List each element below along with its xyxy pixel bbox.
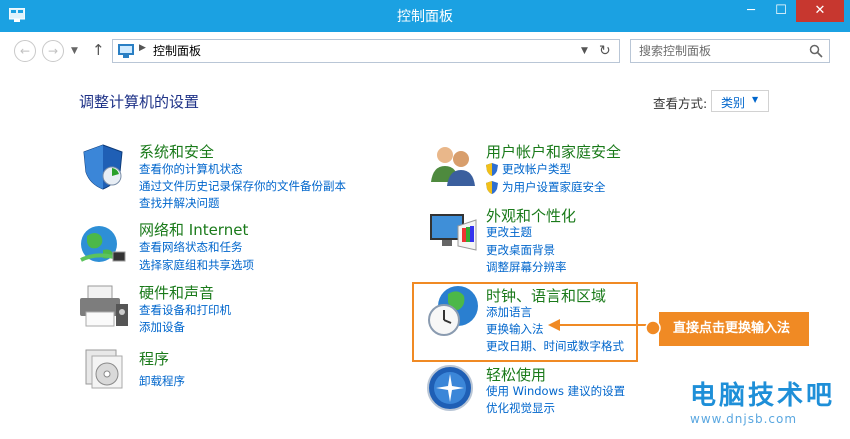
- link-optimize-visual[interactable]: 优化视觉显示: [486, 400, 555, 416]
- maximize-button[interactable]: ☐: [766, 0, 796, 22]
- control-panel-icon: [118, 44, 134, 58]
- link-recommended-settings[interactable]: 使用 Windows 建议的设置: [486, 383, 625, 399]
- forward-button[interactable]: →: [42, 40, 64, 62]
- navigation-bar: ← → ▼ ↑ ▶ 控制面板 ▼ ↻ 搜索控制面板: [0, 32, 850, 70]
- users-icon: [431, 147, 475, 186]
- address-field[interactable]: ▶ 控制面板 ▼ ↻: [112, 39, 620, 63]
- search-icon[interactable]: [809, 44, 823, 58]
- search-input[interactable]: 搜索控制面板: [630, 39, 830, 63]
- view-by-dropdown[interactable]: 类别 ▼: [711, 90, 769, 112]
- printer-icon: [80, 285, 128, 327]
- category-appearance[interactable]: 外观和个性化: [486, 205, 576, 226]
- ease-of-access-icon: [427, 365, 473, 411]
- arrow-icon: [548, 319, 660, 331]
- refresh-icon[interactable]: ↻: [599, 40, 611, 62]
- breadcrumb[interactable]: 控制面板: [153, 40, 201, 62]
- link-change-theme[interactable]: 更改主题: [486, 224, 532, 240]
- link-uninstall-program[interactable]: 卸载程序: [139, 373, 185, 389]
- up-arrow-icon[interactable]: ↑: [92, 41, 105, 59]
- category-hardware-sound[interactable]: 硬件和声音: [139, 282, 214, 303]
- minimize-button[interactable]: ─: [736, 0, 766, 22]
- link-troubleshoot[interactable]: 查找并解决问题: [139, 195, 220, 211]
- title-bar: 控制面板 ─ ☐ ✕: [0, 0, 850, 32]
- link-family-safety[interactable]: 为用户设置家庭安全: [502, 179, 606, 195]
- category-ease-of-access[interactable]: 轻松使用: [486, 364, 546, 385]
- category-programs[interactable]: 程序: [139, 348, 169, 369]
- link-file-history[interactable]: 通过文件历史记录保存你的文件备份副本: [139, 178, 346, 194]
- link-devices-printers[interactable]: 查看设备和打印机: [139, 302, 231, 318]
- view-by-value: 类别: [721, 96, 746, 110]
- shield-icon: [83, 144, 123, 190]
- breadcrumb-separator-icon: ▶: [139, 43, 146, 53]
- link-add-device[interactable]: 添加设备: [139, 319, 185, 335]
- back-button[interactable]: ←: [14, 40, 36, 62]
- link-homegroup[interactable]: 选择家庭组和共享选项: [139, 257, 254, 273]
- bullet-icon: [645, 320, 661, 336]
- watermark-url: www.dnjsb.com: [690, 412, 798, 426]
- page-title: 调整计算机的设置: [79, 93, 200, 111]
- network-icon: [80, 226, 126, 262]
- link-desktop-background[interactable]: 更改桌面背景: [486, 242, 555, 258]
- category-network-internet[interactable]: 网络和 Internet: [139, 219, 248, 240]
- close-button[interactable]: ✕: [796, 0, 844, 22]
- view-by-label: 查看方式:: [653, 96, 708, 111]
- chevron-down-icon: ▼: [752, 95, 759, 104]
- category-system-security[interactable]: 系统和安全: [139, 141, 214, 162]
- link-screen-resolution[interactable]: 调整屏幕分辨率: [486, 259, 567, 275]
- annotation-text: 直接点击更换输入法: [673, 321, 791, 336]
- watermark-logo: 电脑技术吧: [690, 381, 836, 411]
- link-network-status[interactable]: 查看网络状态和任务: [139, 239, 243, 255]
- link-change-account-type[interactable]: 更改帐户类型: [502, 161, 571, 177]
- chevron-down-icon[interactable]: ▼: [581, 40, 588, 62]
- uac-shield-icon: [486, 163, 498, 176]
- annotation-label: 直接点击更换输入法: [659, 312, 809, 346]
- category-user-accounts[interactable]: 用户帐户和家庭安全: [486, 141, 621, 162]
- programs-icon: [85, 349, 123, 389]
- window-title: 控制面板: [397, 9, 453, 25]
- link-view-computer-status[interactable]: 查看你的计算机状态: [139, 161, 243, 177]
- recent-chevron-icon[interactable]: ▼: [71, 46, 78, 56]
- uac-shield-icon: [486, 181, 498, 194]
- search-placeholder: 搜索控制面板: [639, 44, 712, 58]
- appearance-icon: [430, 214, 477, 251]
